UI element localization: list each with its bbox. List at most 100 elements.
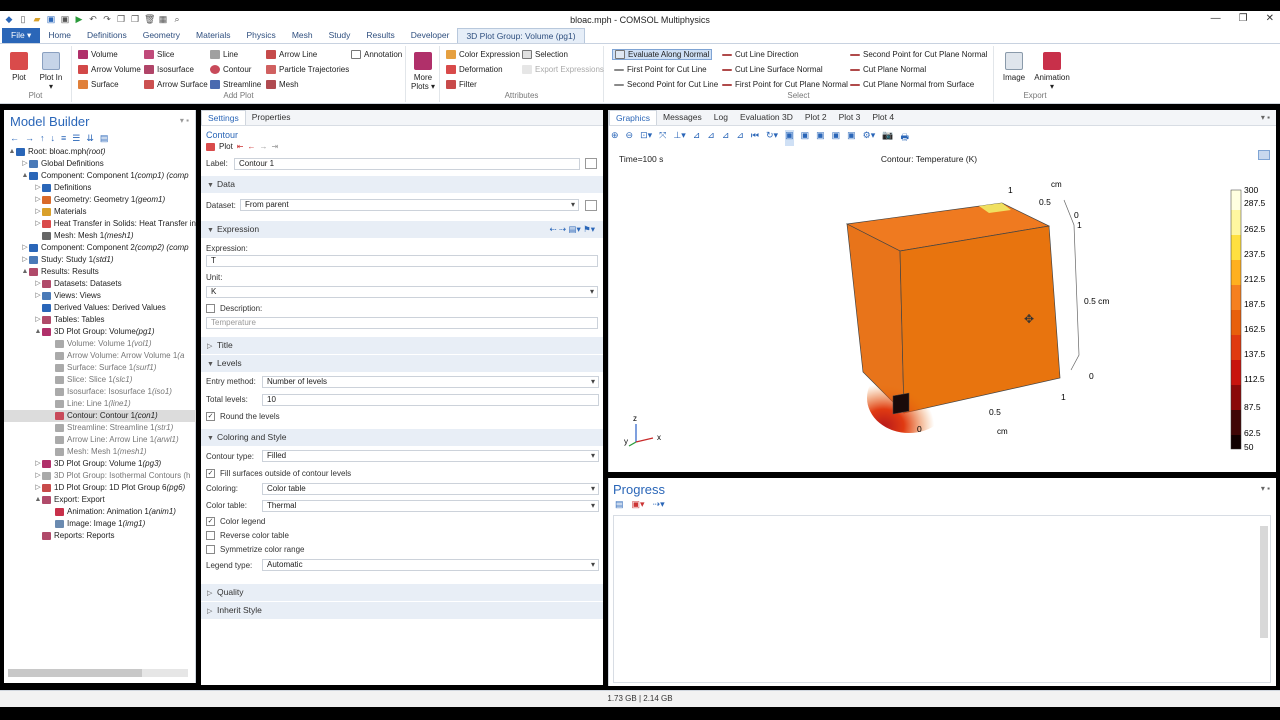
tree-node[interactable]: Contour: Contour 1 (con1)	[4, 410, 196, 422]
tree-node[interactable]: ▷ Tables: Tables	[4, 314, 196, 326]
tab-materials[interactable]: Materials	[188, 28, 238, 43]
tree-node[interactable]: ▷ Datasets: Datasets	[4, 278, 196, 290]
minimize-icon[interactable]: —	[1211, 13, 1221, 24]
redo-icon[interactable]: ↷	[102, 14, 112, 25]
label-field[interactable]: Contour 1	[234, 157, 580, 170]
add-streamline-button[interactable]: Streamline	[210, 80, 261, 89]
view-icon[interactable]: ⊿	[736, 130, 744, 146]
close-icon[interactable]: ✕	[1266, 13, 1274, 24]
delete-icon[interactable]: 🗑	[144, 14, 155, 25]
save-icon[interactable]: ▣	[46, 14, 56, 25]
add-contour-button[interactable]: Contour	[210, 65, 251, 74]
reverse-table-checkbox[interactable]	[206, 530, 215, 540]
tree-node[interactable]: ▷ 3D Plot Group: Isothermal Contours (h	[4, 470, 196, 482]
add-slice-button[interactable]: Slice	[144, 50, 174, 59]
progress-options-icon[interactable]: ⇢▾	[653, 499, 665, 510]
expand-arrow-icon[interactable]: ▷	[34, 470, 42, 482]
move-up-icon[interactable]: ↑	[40, 133, 45, 144]
dataset-select[interactable]: From parent	[240, 199, 579, 211]
tab-results[interactable]: Results	[358, 28, 402, 43]
export-expressions-button[interactable]: Export Expressions	[522, 65, 604, 74]
add-mesh-button[interactable]: Mesh	[266, 80, 299, 89]
expand-arrow-icon[interactable]: ▷	[34, 482, 42, 494]
tab-properties[interactable]: Properties	[246, 110, 297, 125]
legend-type-select[interactable]: Automatic	[262, 559, 599, 571]
data-section-header[interactable]: ▼ Data	[201, 176, 603, 193]
collapse-arrow-icon[interactable]: ▲	[21, 266, 29, 278]
progress-table-icon[interactable]: ▤	[615, 499, 624, 510]
tree-node[interactable]: ▷ Global Definitions	[4, 158, 196, 170]
tree-node[interactable]: Surface: Surface 1 (surf1)	[4, 362, 196, 374]
expand-arrow-icon[interactable]: ▷	[21, 158, 29, 170]
tree-node[interactable]: ▷ Component: Component 2 (comp2) (comp	[4, 242, 196, 254]
tree-node[interactable]: Arrow Volume: Arrow Volume 1 (a	[4, 350, 196, 362]
collapse-arrow-icon[interactable]: ▲	[21, 170, 29, 182]
panel-menu-icon[interactable]: ▾ ▪	[180, 116, 189, 125]
coloring-select[interactable]: Color table	[262, 482, 599, 495]
tree-node[interactable]: ▷ Definitions	[4, 182, 196, 194]
tree-node[interactable]: Reports: Reports	[4, 530, 196, 542]
tab-graphics-4[interactable]: Plot 2	[799, 110, 833, 125]
label-edit-icon[interactable]	[585, 158, 597, 169]
color-legend-checkbox[interactable]: ✓	[206, 516, 215, 526]
inherit-section-header[interactable]: ▷ Inherit Style	[201, 602, 603, 619]
tree-node[interactable]: Slice: Slice 1 (slc1)	[4, 374, 196, 386]
title-section-header[interactable]: ▷ Title	[201, 337, 603, 354]
tab-mesh[interactable]: Mesh	[284, 28, 321, 43]
restore-icon[interactable]: ❐	[1239, 13, 1248, 24]
menu-icon[interactable]: ▤	[100, 133, 109, 144]
tab-graphics-0[interactable]: Graphics	[609, 110, 658, 125]
deformation-button[interactable]: Deformation	[446, 65, 503, 74]
copy-icon[interactable]: ❐	[116, 14, 126, 25]
first-icon[interactable]: ⇤	[237, 142, 244, 151]
next-icon[interactable]: →	[260, 142, 268, 151]
tree-node[interactable]: ▲ Export: Export	[4, 494, 196, 506]
entry-method-select[interactable]: Number of levels	[262, 375, 599, 388]
tree-node[interactable]: Derived Values: Derived Values	[4, 302, 196, 314]
description-checkbox[interactable]	[206, 304, 215, 313]
tree-node[interactable]: Line: Line 1 (line1)	[4, 398, 196, 410]
show-icon[interactable]: ☰	[72, 133, 80, 144]
add-surface-button[interactable]: Surface	[78, 80, 119, 89]
second-point-cut-plane-normal-button[interactable]: Second Point for Cut Plane Normal	[850, 50, 988, 59]
color-table-select[interactable]: Thermal	[262, 499, 599, 512]
settings-icon[interactable]: ▦	[158, 14, 168, 25]
tree-node[interactable]: ▲ Component: Component 1 (comp1) (comp	[4, 170, 196, 182]
tree-node[interactable]: Image: Image 1 (img1)	[4, 518, 196, 530]
expand-arrow-icon[interactable]: ▷	[21, 254, 29, 266]
tree-node[interactable]: ▷ Geometry: Geometry 1 (geom1)	[4, 194, 196, 206]
model-tree-hscroll[interactable]	[8, 669, 188, 677]
tree-node[interactable]: ▷ Views: Views	[4, 290, 196, 302]
yz-view-icon[interactable]: ⊿	[707, 130, 715, 146]
legend-toggle-icon[interactable]	[1258, 150, 1270, 160]
tree-node[interactable]: ▷ 1D Plot Group: 1D Plot Group 6 (pg6)	[4, 482, 196, 494]
tree-node[interactable]: Streamline: Streamline 1 (str1)	[4, 422, 196, 434]
tab-definitions[interactable]: Definitions	[79, 28, 135, 43]
cut-line-direction-button[interactable]: Cut Line Direction	[722, 50, 799, 59]
tree-node[interactable]: ▲ Results: Results	[4, 266, 196, 278]
tab-home[interactable]: Home	[40, 28, 79, 43]
selection-button[interactable]: Selection	[522, 50, 568, 59]
tab-graphics-1[interactable]: Messages	[657, 110, 708, 125]
animation-export-button[interactable]: Animation ▾	[1032, 52, 1072, 91]
add-arrow-line-button[interactable]: Arrow Line	[266, 50, 317, 59]
save-as-icon[interactable]: ▣	[60, 14, 70, 25]
second-point-cut-line-button[interactable]: Second Point for Cut Line	[614, 80, 718, 89]
tree-node[interactable]: ▷ Heat Transfer in Solids: Heat Transfer …	[4, 218, 196, 230]
transparency-icon[interactable]: ▣	[801, 130, 810, 146]
tab-physics[interactable]: Physics	[239, 28, 284, 43]
symmetrize-checkbox[interactable]	[206, 544, 215, 554]
settings-plot-button[interactable]: Plot	[219, 142, 233, 151]
new-icon[interactable]: ▯	[18, 14, 28, 25]
tab-developer[interactable]: Developer	[403, 28, 458, 43]
description-field[interactable]: Temperature	[206, 317, 598, 329]
collapse-icon[interactable]: ⇊	[86, 133, 94, 144]
duplicate-icon[interactable]: ❐	[130, 14, 140, 25]
add-isosurface-button[interactable]: Isosurface	[144, 65, 194, 74]
expression-field[interactable]: T	[206, 255, 598, 267]
add-arrow-volume-button[interactable]: Arrow Volume	[78, 65, 141, 74]
scene-light-icon[interactable]: ▣	[785, 130, 794, 146]
expand-arrow-icon[interactable]: ▷	[34, 314, 42, 326]
collapse-arrow-icon[interactable]: ▲	[8, 146, 16, 158]
expand-arrow-icon[interactable]: ▷	[34, 206, 42, 218]
